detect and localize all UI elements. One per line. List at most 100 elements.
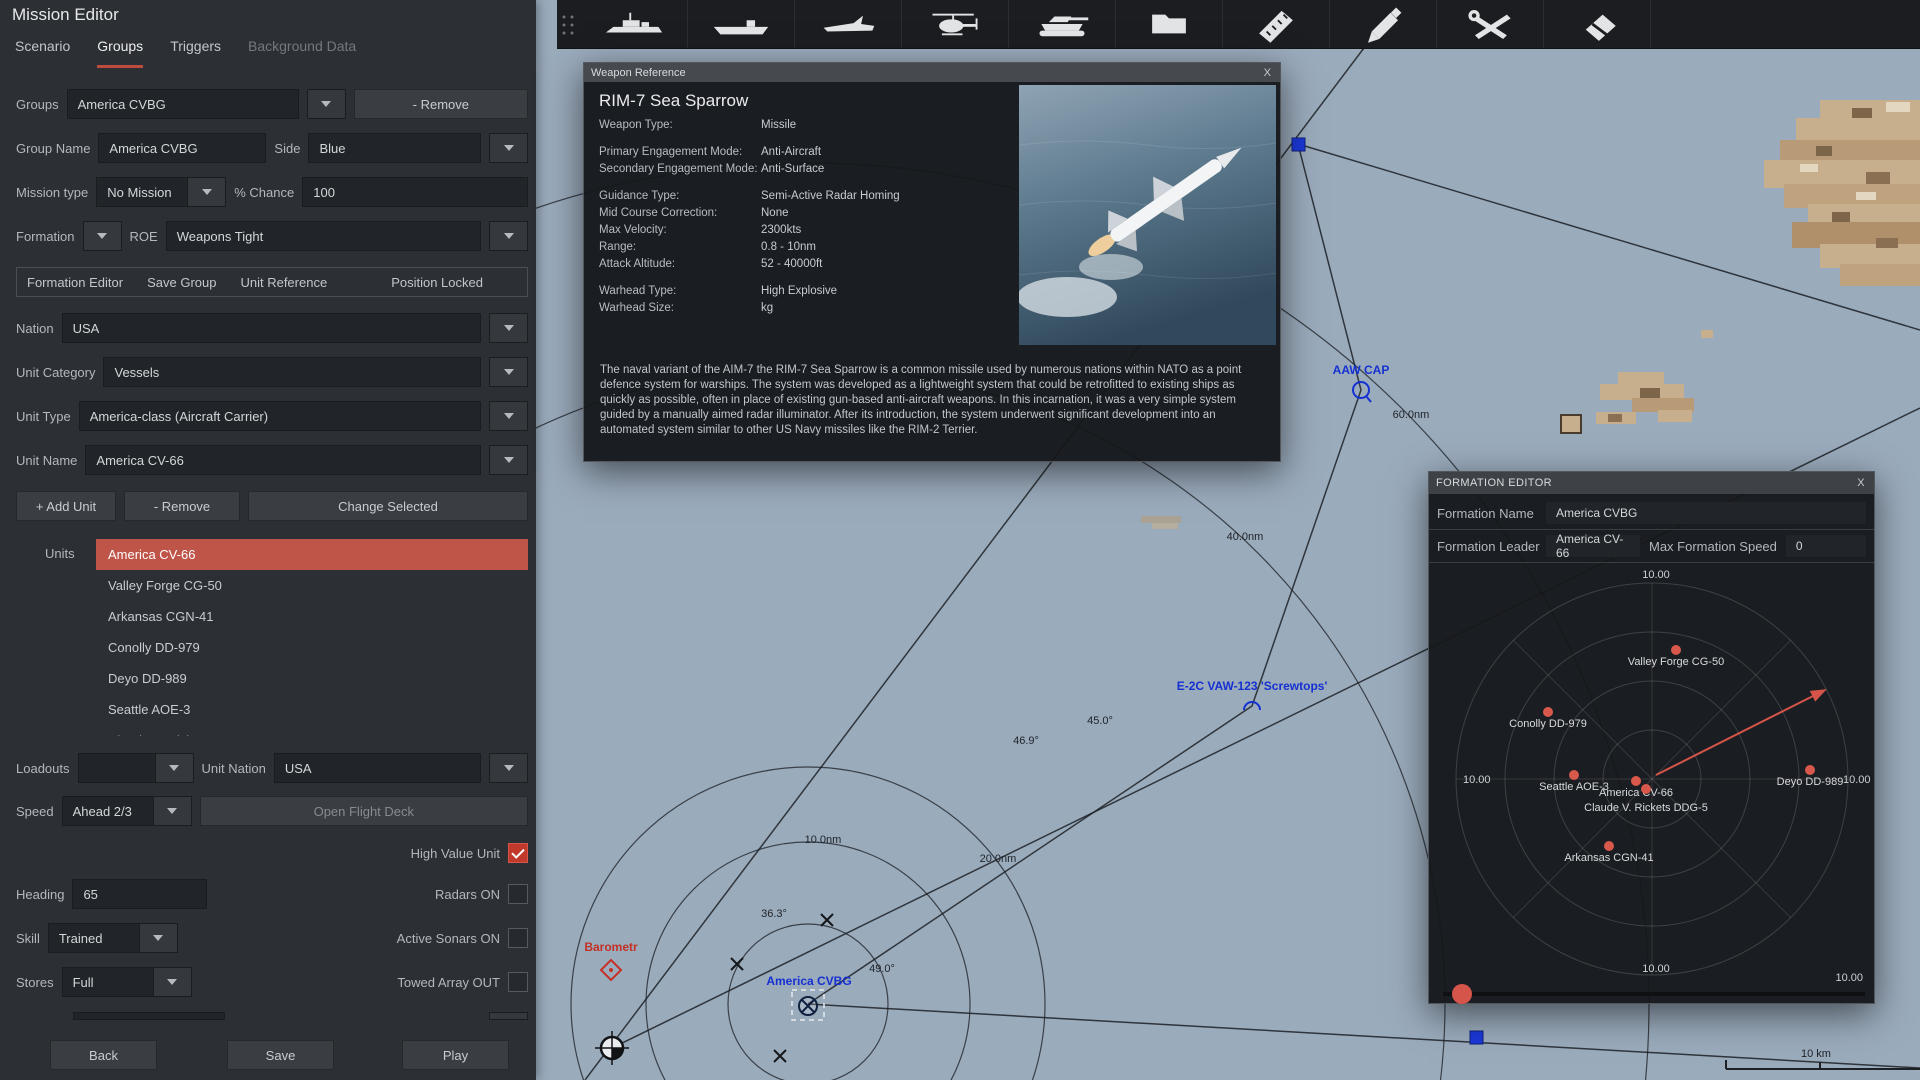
formation-unit-label: Conolly DD-979 (1509, 718, 1587, 730)
unit-category-select[interactable]: Vessels (103, 357, 481, 387)
tab-triggers[interactable]: Triggers (170, 38, 221, 68)
unit-list-item[interactable]: Valley Forge CG-50 (96, 570, 528, 601)
weapon-reference-title: Weapon Reference (591, 66, 686, 79)
stores-select[interactable]: Full (61, 967, 154, 997)
nation-select[interactable]: USA (61, 313, 481, 343)
roe-dropdown-icon[interactable] (489, 221, 528, 251)
unit-list-item[interactable]: Deyo DD-989 (96, 663, 528, 694)
waypoint-square[interactable] (1469, 1030, 1484, 1045)
active-sonars-label: Active Sonars ON (396, 930, 500, 946)
save-button[interactable]: Save (227, 1040, 334, 1070)
group-actions-bar: Formation Editor Save Group Unit Referen… (16, 267, 528, 297)
map-unit-label[interactable]: America CVBG (766, 974, 851, 988)
groups-select[interactable]: America CVBG (66, 89, 299, 119)
unit-category-dropdown-icon[interactable] (489, 357, 528, 387)
skill-select[interactable]: Trained (47, 923, 140, 953)
unit-list-item[interactable]: Arkansas CGN-41 (96, 601, 528, 632)
formation-chart[interactable]: 10.00 10.00 10.00 10.00 Valley Forge CG-… (1429, 564, 1876, 1005)
formation-unit-dot[interactable] (1569, 770, 1579, 780)
formation-scale-slider[interactable]: 10.00 (1443, 972, 1865, 1004)
formation-leader-select[interactable]: America CV-66 (1545, 532, 1641, 560)
unit-list-item[interactable]: Seattle AOE-3 (96, 694, 528, 725)
chance-input[interactable] (302, 177, 528, 207)
formation-name-input[interactable] (1545, 501, 1867, 525)
tab-scenario[interactable]: Scenario (15, 38, 70, 68)
group-name-input[interactable] (98, 133, 267, 163)
formation-unit-dot[interactable] (1671, 645, 1681, 655)
groups-dropdown-icon[interactable] (306, 89, 346, 119)
map-unit-label[interactable]: Barometr (584, 940, 638, 954)
toolbar-button-eraser[interactable] (1544, 0, 1651, 48)
formation-editor-button[interactable]: Formation Editor (27, 275, 123, 290)
active-sonars-checkbox[interactable] (508, 928, 528, 948)
side-dropdown-icon[interactable] (489, 133, 528, 163)
skill-dropdown-icon[interactable] (138, 923, 178, 953)
tab-background-data[interactable]: Background Data (248, 38, 356, 68)
position-locked-button[interactable]: Position Locked (391, 275, 483, 290)
groups-label: Groups (16, 96, 59, 112)
close-icon[interactable]: X (1855, 477, 1867, 489)
remove-group-button[interactable]: - Remove (353, 89, 528, 119)
change-selected-button[interactable]: Change Selected (248, 491, 528, 521)
play-button[interactable]: Play (402, 1040, 509, 1070)
stores-dropdown-icon[interactable] (152, 967, 192, 997)
toolbar-grip-icon[interactable] (560, 13, 578, 35)
unit-reference-button[interactable]: Unit Reference (240, 275, 327, 290)
tab-groups[interactable]: Groups (97, 38, 144, 68)
map-unit-label[interactable]: AAW CAP (1333, 363, 1390, 377)
speed-dropdown-icon[interactable] (152, 796, 192, 826)
slider-knob[interactable] (1452, 984, 1472, 1004)
map-unit-label[interactable]: E-2C VAW-123 'Screwtops' (1177, 679, 1328, 693)
loadouts-dropdown-icon[interactable] (154, 753, 194, 783)
weapon-spec-value: None (761, 207, 789, 219)
nation-dropdown-icon[interactable] (489, 313, 528, 343)
unit-type-select[interactable]: America-class (Aircraft Carrier) (78, 401, 481, 431)
formation-dropdown-icon[interactable] (82, 221, 122, 251)
toolbar-button-ruler[interactable] (1223, 0, 1330, 48)
loadouts-select[interactable] (77, 753, 156, 783)
towed-array-checkbox[interactable] (508, 972, 528, 992)
mission-type-dropdown-icon[interactable] (187, 177, 227, 207)
toolbar-button-folder[interactable] (1116, 0, 1223, 48)
toolbar-button-carrier[interactable] (688, 0, 795, 48)
toolbar-button-helicopter[interactable] (902, 0, 1009, 48)
unit-list-item[interactable]: Claude V. Rickets DDG-5 (96, 725, 528, 736)
map-measure-label: 36.3° (761, 908, 787, 920)
high-value-unit-checkbox[interactable] (508, 843, 528, 863)
unit-name-dropdown-icon[interactable] (489, 445, 528, 475)
unit-list-item[interactable]: Conolly DD-979 (96, 632, 528, 663)
unit-list-item[interactable]: America CV-66 (96, 539, 528, 570)
toolbar-button-tools[interactable] (1437, 0, 1544, 48)
formation-unit-dot[interactable] (1631, 776, 1641, 786)
toolbar-button-destroyer[interactable] (581, 0, 688, 48)
weapon-reference-titlebar[interactable]: Weapon Reference X (584, 63, 1280, 82)
remove-unit-button[interactable]: - Remove (124, 491, 240, 521)
towed-array-label: Towed Array OUT (397, 974, 500, 990)
unit-name-select[interactable]: America CV-66 (85, 445, 481, 475)
roe-select[interactable]: Weapons Tight (165, 221, 481, 251)
back-button[interactable]: Back (50, 1040, 157, 1070)
toolbar-button-pencil[interactable] (1330, 0, 1437, 48)
toolbar-button-tank[interactable] (1009, 0, 1116, 48)
formation-unit-dot[interactable] (1805, 765, 1815, 775)
unit-type-dropdown-icon[interactable] (489, 401, 528, 431)
toolbar-button-jet[interactable] (795, 0, 902, 48)
close-icon[interactable]: X (1262, 67, 1273, 79)
max-formation-speed-input[interactable] (1784, 534, 1867, 558)
add-unit-button[interactable]: + Add Unit (16, 491, 116, 521)
radars-checkbox[interactable] (508, 884, 528, 904)
side-select[interactable]: Blue (308, 133, 481, 163)
formation-unit-dot[interactable] (1604, 841, 1614, 851)
speed-select[interactable]: Ahead 2/3 (61, 796, 154, 826)
formation-unit-dot[interactable] (1641, 784, 1651, 794)
mission-type-select[interactable]: No Mission (96, 177, 189, 207)
formation-unit-dot[interactable] (1543, 707, 1553, 717)
save-group-button[interactable]: Save Group (147, 275, 216, 290)
formation-editor-titlebar[interactable]: FORMATION EDITOR X (1429, 472, 1874, 494)
open-flight-deck-button[interactable]: Open Flight Deck (199, 796, 528, 826)
map-measure-label: 40.0nm (1227, 531, 1264, 543)
unit-nation-select[interactable]: USA (273, 753, 481, 783)
waypoint-square[interactable] (1291, 137, 1306, 152)
heading-input[interactable] (72, 879, 208, 909)
unit-nation-dropdown-icon[interactable] (489, 753, 528, 783)
